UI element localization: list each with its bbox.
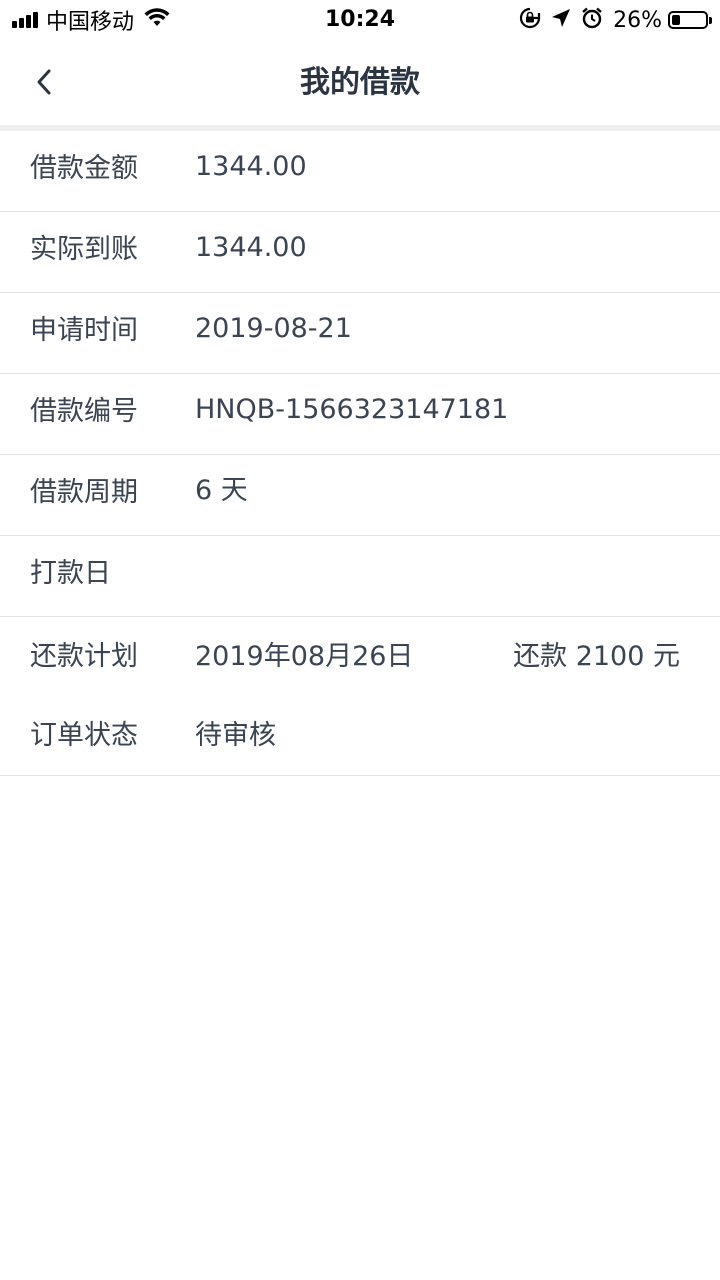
order-status-value: 待审核 [195,720,276,751]
loan-detail-list: 借款金额 1344.00 实际到账 1344.00 申请时间 2019-08-2… [0,131,720,776]
location-arrow-icon [551,8,571,32]
row-loan-period: 借款周期 6 天 [0,455,720,536]
nav-bar: 我的借款 [0,40,720,125]
received-amount-label: 实际到账 [30,234,138,265]
row-repayment-plan: 还款计划 2019年08月26日 还款 2100 元 订单状态 待审核 [0,617,720,776]
loan-number-value: HNQB-1566323147181 [195,394,509,425]
loan-amount-value: 1344.00 [195,151,307,182]
back-button[interactable] [24,62,64,102]
status-right: 26% [509,0,712,40]
loan-number-label: 借款编号 [30,396,138,427]
chevron-left-icon [37,69,51,95]
alarm-icon [581,7,603,33]
repayment-plan-date: 2019年08月26日 [195,641,414,672]
row-loan-number: 借款编号 HNQB-1566323147181 [0,374,720,455]
battery-icon [668,11,712,29]
battery-fill [672,15,680,25]
status-bar: 中国移动 10:24 26% [0,0,720,40]
row-received-amount: 实际到账 1344.00 [0,212,720,293]
loan-period-value: 6 天 [195,475,248,506]
apply-time-label: 申请时间 [30,315,138,346]
order-status-label: 订单状态 [30,720,138,751]
row-loan-amount: 借款金额 1344.00 [0,131,720,212]
row-payout-day: 打款日 [0,536,720,617]
loan-amount-label: 借款金额 [30,153,138,184]
order-status-line: 订单状态 待审核 [0,696,720,775]
battery-percent: 26% [613,7,662,33]
rotation-lock-icon [519,7,541,33]
repayment-plan-line: 还款计划 2019年08月26日 还款 2100 元 [0,617,720,696]
payout-day-label: 打款日 [30,558,111,589]
repayment-plan-amount: 还款 2100 元 [513,641,680,672]
loan-period-label: 借款周期 [30,477,138,508]
row-apply-time: 申请时间 2019-08-21 [0,293,720,374]
page-title: 我的借款 [300,65,420,100]
repayment-plan-label: 还款计划 [30,641,138,672]
apply-time-value: 2019-08-21 [195,313,352,344]
received-amount-value: 1344.00 [195,232,307,263]
